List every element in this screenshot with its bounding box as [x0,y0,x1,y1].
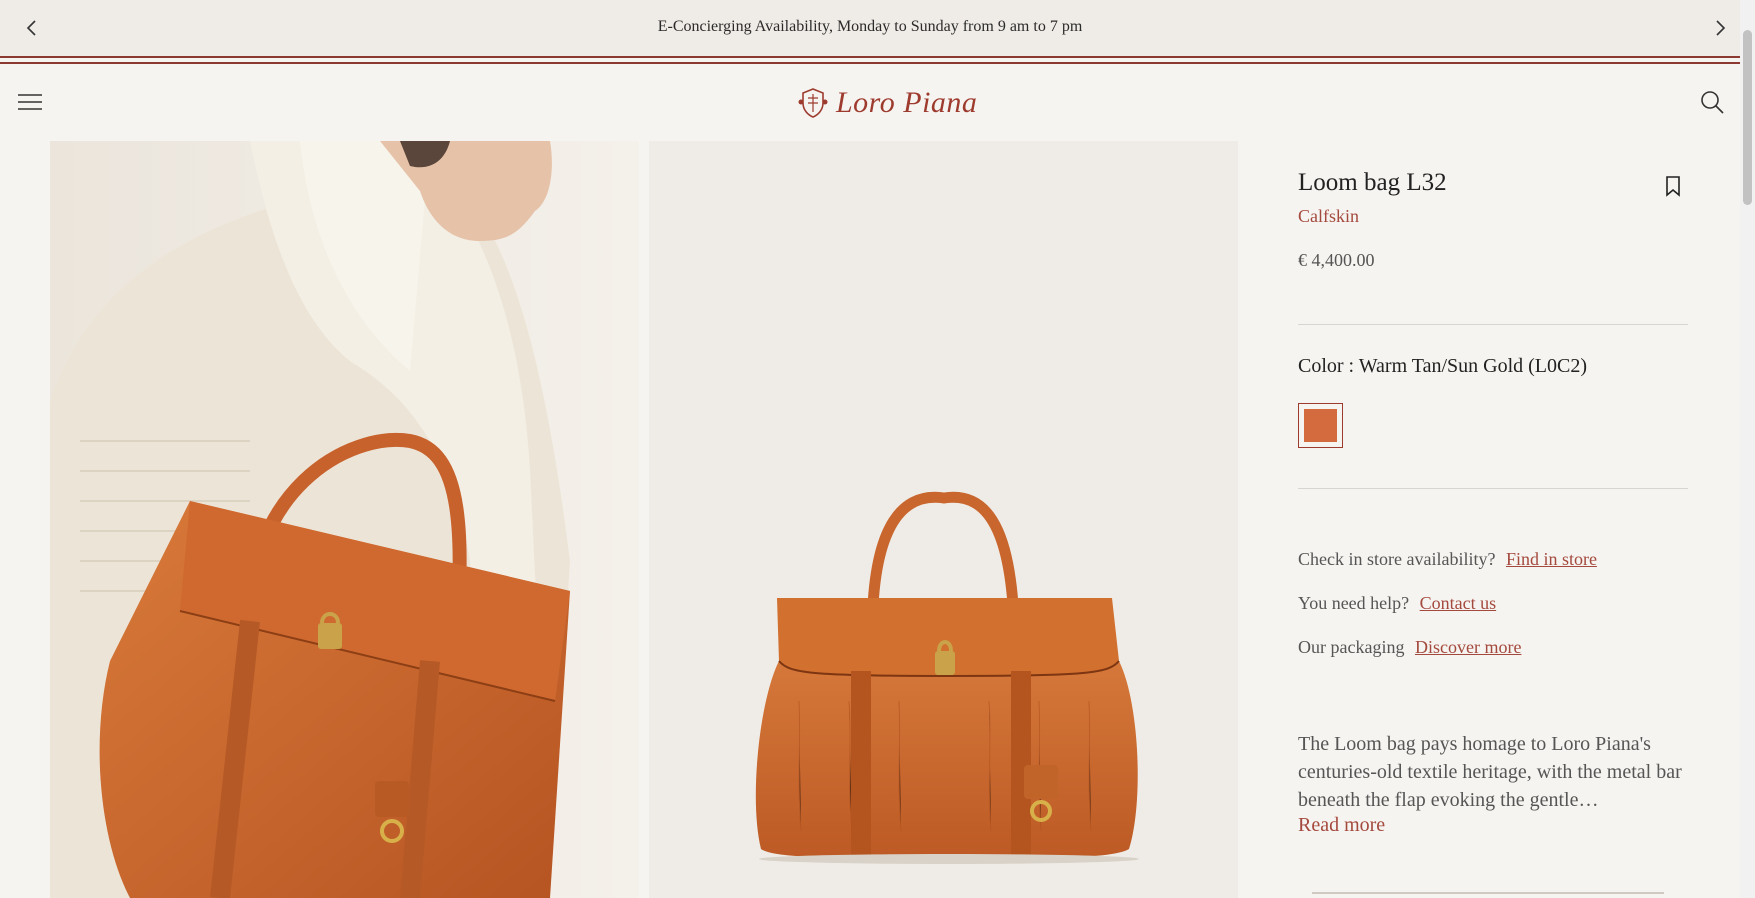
bookmark-icon[interactable] [1664,175,1682,197]
color-swatch[interactable] [1298,403,1343,448]
product-material[interactable]: Calfskin [1298,206,1359,227]
announcement-text: E-Concierging Availability, Monday to Su… [657,18,1083,35]
site-header: Loro Piana [0,66,1740,140]
divider [0,62,1740,64]
product-title: Loom bag L32 [1298,169,1447,196]
read-more-link[interactable]: Read more [1298,814,1385,837]
scrollbar[interactable] [1740,0,1755,898]
logo-text: Loro Piana [836,86,978,119]
find-in-store-link[interactable]: Find in store [1506,549,1597,569]
product-price: € 4,400.00 [1298,250,1375,270]
product-image-model[interactable] [50,141,639,898]
color-label: Color : Warm Tan/Sun Gold (L0C2) [1298,355,1588,377]
hamburger-icon[interactable] [16,88,44,116]
chevron-right-icon[interactable] [1706,14,1734,42]
packaging-row: Our packaging Discover more [1298,637,1521,658]
crest-icon [798,88,828,118]
divider [0,56,1740,58]
divider [1312,892,1664,894]
divider [1298,488,1688,489]
swatch-fill [1304,409,1337,442]
search-icon[interactable] [1698,88,1726,116]
packaging-prompt: Our packaging [1298,637,1405,657]
help-prompt: You need help? [1298,593,1410,613]
divider [1298,324,1688,325]
announcement-bar: E-Concierging Availability, Monday to Su… [0,0,1740,56]
contact-us-link[interactable]: Contact us [1420,593,1497,613]
discover-more-link[interactable]: Discover more [1415,637,1521,657]
scrollbar-thumb[interactable] [1743,30,1752,205]
product-description: The Loom bag pays homage to Loro Piana's… [1298,733,1682,811]
store-prompt: Check in store availability? [1298,549,1496,569]
store-availability-row: Check in store availability? Find in sto… [1298,549,1597,570]
product-image-front[interactable] [649,141,1238,898]
brand-logo[interactable]: Loro Piana [796,80,977,126]
help-row: You need help? Contact us [1298,593,1496,614]
